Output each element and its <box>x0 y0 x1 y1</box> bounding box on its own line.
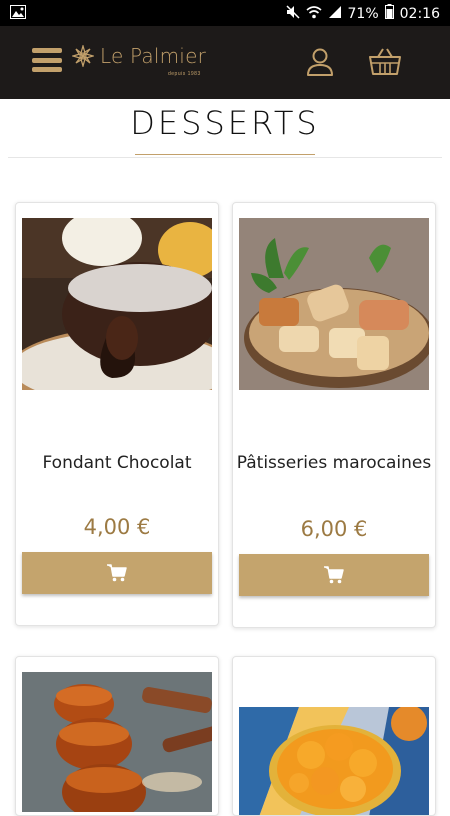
page-title: DESSERTS <box>130 104 320 142</box>
wifi-icon <box>305 5 322 23</box>
product-card-patisseries-marocaines[interactable]: Pâtisseries marocaines 6,00 € <box>232 202 436 628</box>
brand-tagline: depuis 1983 <box>168 71 201 77</box>
product-image[interactable] <box>22 672 212 812</box>
product-image[interactable] <box>22 218 212 390</box>
product-card-fondant-chocolat[interactable]: Fondant Chocolat 4,00 € <box>15 202 219 626</box>
signal-icon <box>328 5 342 23</box>
user-account-icon[interactable] <box>303 45 337 79</box>
product-image[interactable] <box>239 218 429 390</box>
product-name: Fondant Chocolat <box>42 453 192 473</box>
product-card-orange-salad[interactable] <box>232 656 436 816</box>
cart-icon <box>107 564 127 582</box>
status-bar: 71% 02:16 <box>0 0 450 26</box>
gallery-notification-icon <box>10 5 26 23</box>
product-price: 4,00 € <box>83 515 151 539</box>
product-name: Pâtisseries marocaines <box>236 453 432 473</box>
clock: 02:16 <box>399 5 440 22</box>
add-to-cart-button[interactable] <box>22 552 212 594</box>
battery-icon <box>384 4 394 23</box>
title-underline <box>135 154 315 155</box>
cart-icon <box>324 566 344 584</box>
mute-icon <box>285 4 300 23</box>
product-card-tartlets[interactable] <box>15 656 219 816</box>
brand-name: Le Palmier <box>100 44 206 68</box>
battery-percent: 71% <box>347 5 379 22</box>
menu-icon[interactable] <box>32 48 62 72</box>
palm-logo-icon <box>72 45 94 67</box>
shopping-basket-icon[interactable] <box>368 45 402 79</box>
brand-logo[interactable]: Le Palmier depuis 1983 <box>72 44 206 77</box>
add-to-cart-button[interactable] <box>239 554 429 596</box>
product-price: 6,00 € <box>300 517 368 541</box>
divider <box>8 157 442 158</box>
app-header: Le Palmier depuis 1983 <box>0 26 450 99</box>
